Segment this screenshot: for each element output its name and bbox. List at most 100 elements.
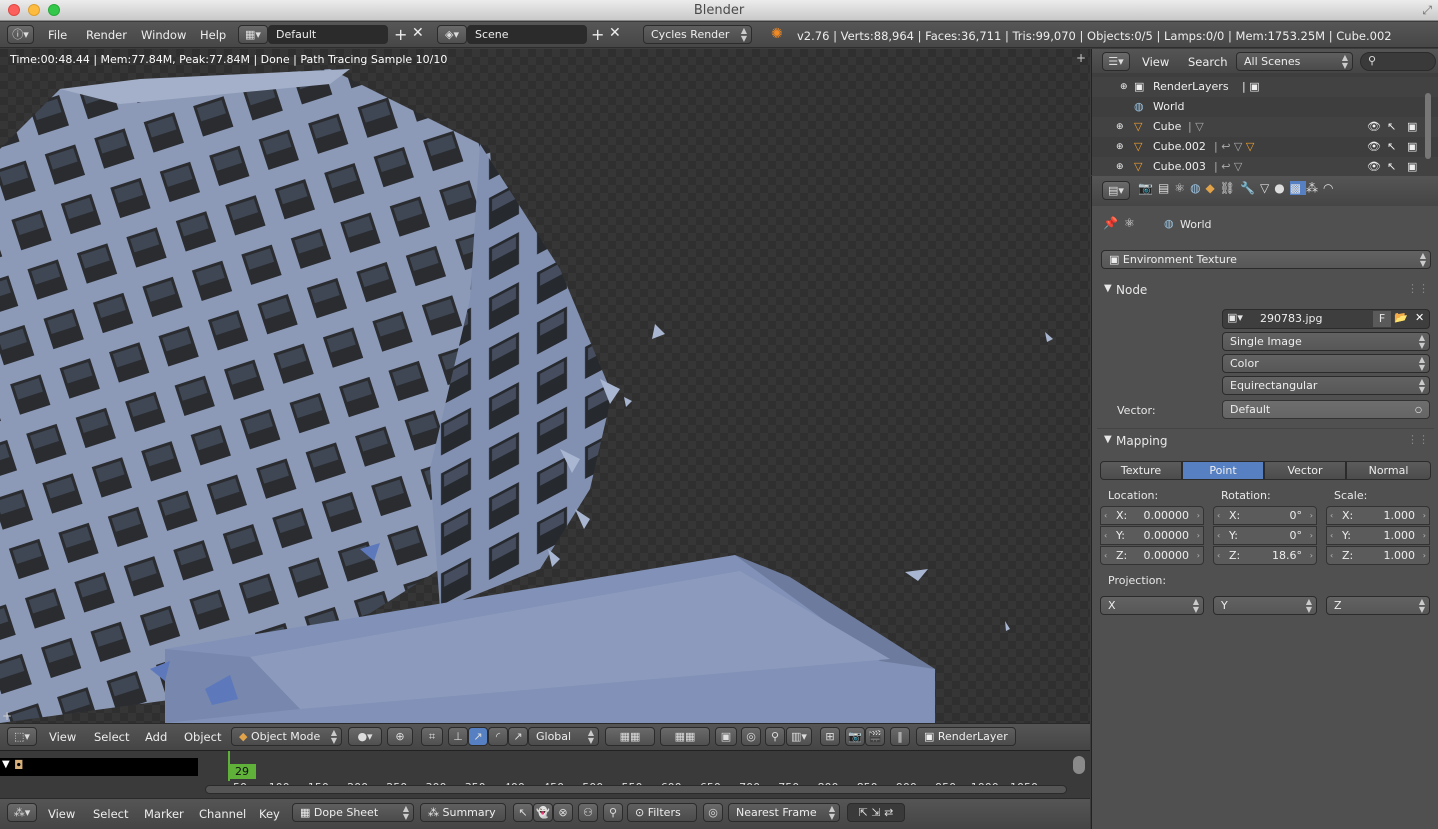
physics-tab-icon[interactable]: ◠ (1323, 181, 1338, 195)
transform-orientation-icon[interactable]: ↗ (508, 727, 528, 746)
increment-arrow-icon[interactable]: › (1423, 547, 1426, 564)
pivot-point-icon[interactable]: ⊕ (387, 727, 413, 746)
auto-snap-icon[interactable]: ◎ (703, 803, 723, 822)
decrement-arrow-icon[interactable]: ‹ (1104, 547, 1107, 564)
fake-user-button[interactable]: F (1373, 311, 1391, 327)
viewport-corner-plus-icon[interactable]: + (1076, 51, 1086, 65)
translate-manipulator-icon[interactable]: ⊥ (448, 727, 468, 746)
current-frame-badge[interactable]: 29 (228, 764, 256, 779)
menu-select-ds[interactable]: Select (93, 807, 128, 821)
proportional-action-icon[interactable]: ⚇ (578, 803, 598, 822)
menu-view-ds[interactable]: View (48, 807, 75, 821)
scale-manipulator-icon[interactable]: ◜ (488, 727, 508, 746)
add-scene-icon[interactable]: + (591, 25, 604, 44)
visibility-eye-icon[interactable]: 👁 (1367, 117, 1381, 137)
object-tab-icon[interactable]: ◆ (1206, 181, 1220, 195)
image-source-select[interactable]: Single Image ▲ ▼ (1222, 332, 1430, 351)
particles-tab-icon[interactable]: ⁂ (1306, 181, 1323, 195)
rotation-z-field[interactable]: ‹ Z: 18.6° › (1213, 546, 1317, 565)
scene-tab-icon[interactable]: ⚛ (1174, 181, 1190, 195)
render-layers-tab-icon[interactable]: ▤ (1158, 181, 1174, 195)
copy-paste-keys-icons[interactable]: ⇱ ⇲ ⇄ (847, 803, 905, 822)
screen-layout-field[interactable]: Default (268, 25, 388, 44)
location-z-field[interactable]: ‹ Z: 0.00000 › (1100, 546, 1204, 565)
increment-arrow-icon[interactable]: › (1197, 507, 1200, 524)
increment-arrow-icon[interactable]: › (1310, 547, 1313, 564)
menu-help[interactable]: Help (200, 28, 226, 42)
search-filter-icon[interactable]: ⚲ (603, 803, 623, 822)
remove-layout-icon[interactable]: ✕ (412, 25, 424, 41)
outliner-row-world[interactable]: ◍ World (1092, 97, 1438, 117)
tab-point[interactable]: Point (1182, 461, 1264, 480)
location-y-field[interactable]: ‹ Y: 0.00000 › (1100, 526, 1204, 545)
menu-window[interactable]: Window (141, 28, 186, 42)
rotation-x-field[interactable]: ‹ X: 0° › (1213, 506, 1317, 525)
lock-camera-icon[interactable]: ▣ (715, 727, 737, 746)
scale-y-field[interactable]: ‹ Y: 1.000 › (1326, 526, 1430, 545)
menu-object[interactable]: Object (184, 730, 221, 744)
outliner-scrollbar[interactable] (1425, 93, 1431, 159)
decrement-arrow-icon[interactable]: ‹ (1330, 507, 1333, 524)
vertical-scrollbar[interactable] (1073, 756, 1085, 774)
decrement-arrow-icon[interactable]: ‹ (1104, 507, 1107, 524)
outliner-row-cube002[interactable]: ⊕ ▽ Cube.002 | ↩ ▽ ▽ 👁 ↖ ▣ (1092, 137, 1438, 157)
tab-texture[interactable]: Texture (1100, 461, 1182, 480)
selectable-arrow-icon[interactable]: ↖ (1387, 157, 1396, 177)
render-layer-select[interactable]: ▣ RenderLayer (916, 727, 1016, 746)
auto-snap-select[interactable]: Nearest Frame ▲ ▼ (728, 803, 840, 822)
render-camera-icon[interactable]: ▣ (1407, 117, 1417, 137)
projection-type-select[interactable]: Equirectangular ▲ ▼ (1222, 376, 1430, 395)
summary-toggle[interactable]: ⁂ Summary (420, 803, 506, 822)
menu-file[interactable]: File (48, 28, 67, 42)
increment-arrow-icon[interactable]: › (1423, 507, 1426, 524)
decrement-arrow-icon[interactable]: ‹ (1217, 507, 1220, 524)
add-layout-icon[interactable]: + (394, 25, 407, 44)
scene-layers-icon[interactable]: ▦▦ (605, 727, 655, 746)
tab-normal[interactable]: Normal (1346, 461, 1431, 480)
only-selected-icon[interactable]: ↖ (513, 803, 533, 822)
zoom-window-button[interactable] (48, 4, 60, 16)
menu-marker[interactable]: Marker (144, 807, 184, 821)
panel-collapse-icon[interactable]: ▼ (1104, 434, 1112, 445)
increment-arrow-icon[interactable]: › (1197, 527, 1200, 544)
panel-drag-handle-icon[interactable]: ⋮⋮ (1407, 282, 1429, 295)
render-viewport[interactable]: Time:00:48.44 | Mem:77.84M, Peak:77.84M … (0, 49, 1090, 723)
increment-arrow-icon[interactable]: › (1423, 527, 1426, 544)
texture-tab-icon[interactable]: ▩ (1289, 181, 1307, 195)
vector-input-socket[interactable]: Default ○ (1222, 400, 1430, 419)
mapping-panel-header[interactable]: ▼ Mapping ⋮⋮ (1092, 430, 1438, 452)
render-tab-icon[interactable]: 📷 (1138, 181, 1158, 195)
expand-icon[interactable]: ⊕ (1116, 117, 1124, 137)
rotation-y-field[interactable]: ‹ Y: 0° › (1213, 526, 1317, 545)
rotate-manipulator-icon[interactable]: ↗ (468, 727, 488, 746)
transform-orientation-select[interactable]: Global ▲ ▼ (528, 727, 599, 746)
render-still-icon[interactable]: 📷 (845, 727, 865, 746)
render-camera-icon[interactable]: ▣ (1407, 137, 1417, 157)
viewport-shading-icon[interactable]: ●▾ (348, 727, 382, 746)
scale-z-field[interactable]: ‹ Z: 1.000 › (1326, 546, 1430, 565)
outliner-menu-search[interactable]: Search (1188, 55, 1228, 69)
image-browse-icon[interactable]: ▣▾ (1227, 311, 1243, 324)
open-image-folder-icon[interactable]: 📂 (1394, 311, 1408, 324)
node-panel-header[interactable]: ▼ Node ⋮⋮ (1092, 279, 1438, 301)
outliner-menu-view[interactable]: View (1142, 55, 1169, 69)
image-datablock[interactable]: ▣▾ 290783.jpg F 📂 ✕ (1222, 309, 1430, 329)
editor-type-3dview-icon[interactable]: ⬚▾ (7, 727, 37, 746)
render-camera-icon[interactable]: ▣ (1407, 157, 1417, 177)
properties-context-tabs[interactable]: 📷▤⚛◍◆⛓🔧▽●▩⁂◠ (1138, 181, 1372, 200)
minimize-window-button[interactable] (28, 4, 40, 16)
filters-button[interactable]: ⊙ Filters (627, 803, 697, 822)
decrement-arrow-icon[interactable]: ‹ (1217, 527, 1220, 544)
menu-channel[interactable]: Channel (199, 807, 246, 821)
editor-type-properties-icon[interactable]: ▤▾ (1102, 181, 1130, 200)
only-errors-icon[interactable]: ⊗ (553, 803, 573, 822)
scale-x-field[interactable]: ‹ X: 1.000 › (1326, 506, 1430, 525)
data-tab-icon[interactable]: ▽ (1260, 181, 1274, 195)
snap-toggle-icon[interactable]: ⚲ (765, 727, 785, 746)
selectable-arrow-icon[interactable]: ↖ (1387, 137, 1396, 157)
viewport-corner-split-icon[interactable]: + (2, 709, 12, 723)
editor-type-dopesheet-icon[interactable]: ⁂▾ (7, 803, 37, 822)
outliner-row-cube[interactable]: ⊕ ▽ Cube | ▽ 👁 ↖ ▣ (1092, 117, 1438, 137)
panel-drag-handle-icon[interactable]: ⋮⋮ (1407, 433, 1429, 446)
scene-icon[interactable]: ◈▾ (437, 25, 467, 44)
